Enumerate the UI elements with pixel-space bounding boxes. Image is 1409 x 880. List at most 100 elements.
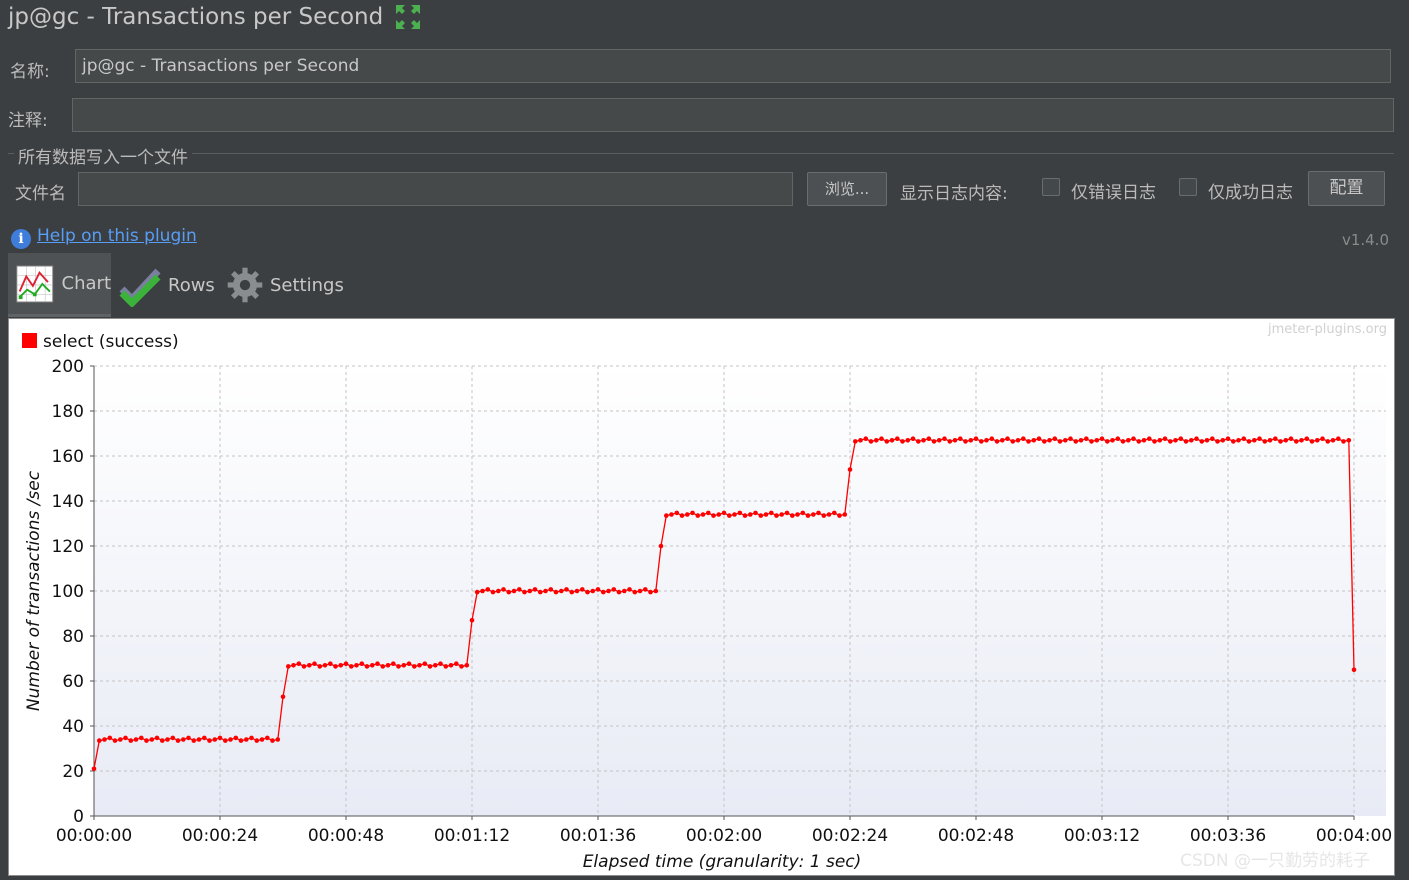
data-point [538, 589, 543, 595]
window-title: jp@gc - Transactions per Second [8, 4, 384, 30]
data-point [1204, 438, 1210, 443]
data-point [412, 664, 417, 669]
data-point [1162, 436, 1168, 441]
errors-only-checkbox[interactable] [1042, 178, 1060, 196]
data-point [102, 737, 107, 742]
data-point [853, 439, 858, 444]
tab-chart[interactable]: Chart [8, 253, 111, 317]
data-point [238, 738, 244, 743]
data-point [170, 735, 176, 741]
data-point [984, 438, 989, 443]
data-point [1199, 439, 1205, 444]
x-tick-label: 00:03:36 [1190, 826, 1266, 846]
data-point [97, 738, 102, 743]
data-point [779, 512, 784, 517]
data-point [307, 663, 312, 668]
data-point [979, 439, 984, 444]
name-field[interactable]: jp@gc - Transactions per Second [75, 49, 1391, 83]
data-point [112, 738, 118, 743]
data-point [874, 438, 879, 443]
data-point [574, 588, 580, 594]
data-point [632, 589, 638, 595]
maximize-icon[interactable] [394, 3, 422, 31]
data-point [1210, 436, 1215, 441]
data-point [1273, 436, 1278, 441]
data-point [674, 510, 680, 516]
data-point [118, 737, 123, 742]
data-point [1351, 667, 1357, 673]
data-point [165, 737, 170, 742]
data-point [254, 738, 260, 743]
y-tick-label: 40 [62, 717, 84, 737]
data-point [1047, 438, 1052, 443]
data-point [889, 438, 895, 443]
chart-panel: jmeter-plugins.org select (success) 0 20 4… [8, 318, 1395, 876]
configure-button[interactable]: 配置 [1308, 171, 1385, 206]
y-tick-label: 180 [52, 402, 84, 422]
data-point [1010, 439, 1016, 444]
data-point [936, 438, 942, 443]
data-point [527, 588, 533, 594]
data-point [837, 513, 842, 518]
data-point [1252, 438, 1257, 443]
data-point [753, 510, 758, 516]
tab-settings[interactable]: Settings [226, 253, 346, 317]
data-point [244, 737, 249, 742]
filename-field[interactable] [78, 172, 793, 206]
data-point [1346, 438, 1352, 443]
data-point [1194, 436, 1199, 441]
data-point [291, 663, 296, 668]
data-point [543, 588, 548, 594]
data-point [1078, 438, 1084, 443]
data-point [1178, 436, 1184, 441]
tab-rows[interactable]: Rows [118, 253, 222, 317]
data-point [443, 664, 449, 669]
data-point [149, 737, 155, 742]
file-group-divider [8, 153, 1394, 154]
data-point [233, 735, 239, 741]
data-point [1089, 439, 1094, 444]
success-only-checkbox[interactable] [1179, 178, 1197, 196]
data-point [1147, 436, 1152, 441]
chart-icon [16, 265, 54, 302]
errors-only-label: 仅错误日志 [1071, 183, 1156, 203]
data-point [832, 510, 837, 516]
y-tick-label: 80 [62, 627, 84, 647]
data-point [842, 512, 848, 517]
data-point [811, 512, 816, 517]
y-tick-label: 20 [62, 762, 84, 782]
data-point [265, 735, 270, 741]
data-point [968, 438, 974, 443]
data-point [742, 513, 748, 518]
y-axis-ticks: 0 20 40 60 80 100 120 140 160 180 200 [52, 357, 94, 827]
data-point [695, 513, 701, 518]
data-point [1241, 436, 1247, 441]
data-point [181, 737, 186, 742]
data-point [364, 664, 370, 669]
data-point [1283, 438, 1289, 443]
data-point [1136, 439, 1142, 444]
data-point [128, 738, 134, 743]
data-point [1309, 439, 1315, 444]
data-point [1246, 439, 1252, 444]
browse-button[interactable]: 浏览... [807, 172, 887, 206]
help-link[interactable]: Help on this plugin [37, 226, 197, 246]
data-point [144, 738, 149, 743]
data-point [916, 439, 921, 444]
data-point [322, 663, 328, 668]
data-point [1262, 439, 1268, 444]
data-point [1042, 439, 1047, 444]
y-tick-label: 120 [52, 537, 84, 557]
comment-field[interactable] [72, 98, 1394, 132]
data-point [91, 766, 97, 772]
data-point [973, 436, 979, 441]
data-point [1341, 439, 1346, 444]
data-point [280, 694, 286, 700]
data-point [1257, 436, 1262, 441]
x-axis-title: Elapsed time (granularity: 1 sec) [583, 852, 862, 872]
data-point [1015, 438, 1021, 443]
data-point [1173, 438, 1178, 443]
y-tick-label: 140 [52, 492, 84, 512]
data-point [643, 587, 648, 592]
data-point [207, 738, 212, 743]
